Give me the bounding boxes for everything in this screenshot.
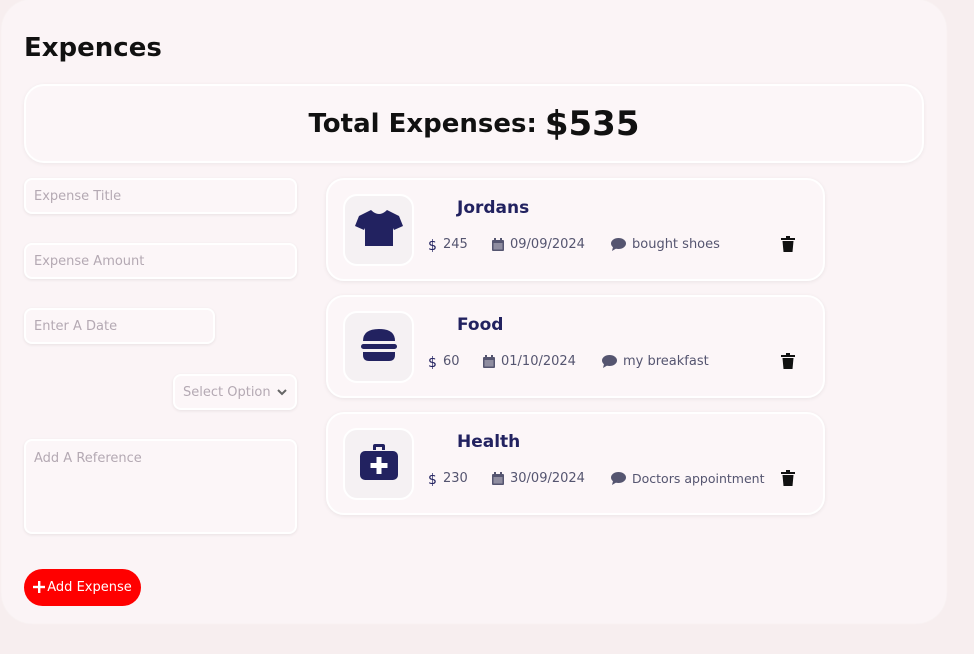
expense-date: 09/09/2024 [492,237,585,252]
trash-icon[interactable] [781,353,795,369]
svg-text:$: $ [428,238,437,252]
plus-icon [33,579,46,597]
dollar-icon: $ [428,238,437,252]
chevron-down-icon [277,386,287,399]
date-input[interactable] [24,308,215,344]
add-expense-button[interactable]: Add Expense [24,569,141,606]
expense-title: Jordans [457,198,530,218]
expense-note: my breakfast [602,354,709,369]
comment-icon [602,355,617,368]
expense-date: 30/09/2024 [492,471,585,486]
date-value: 01/10/2024 [501,354,576,369]
reference-textarea[interactable] [24,439,297,534]
expense-note: bought shoes [611,237,720,252]
calendar-icon [483,355,495,368]
dollar-icon: $ [428,472,437,486]
svg-text:$: $ [428,472,437,486]
expense-title-input[interactable] [24,178,297,214]
note-value: my breakfast [623,354,709,369]
calendar-icon [492,472,504,485]
expense-icon-box [343,311,414,383]
expense-title: Food [457,315,504,335]
expense-amount: $ 245 [428,237,468,252]
add-expense-label: Add Expense [47,580,132,595]
calendar-icon [492,238,504,251]
category-select[interactable]: Select Option [173,374,297,410]
expense-date: 01/10/2024 [483,354,576,369]
date-value: 30/09/2024 [510,471,585,486]
amount-value: 60 [443,354,460,369]
trash-icon[interactable] [781,470,795,486]
trash-icon[interactable] [781,236,795,252]
amount-value: 230 [443,471,468,486]
svg-text:$: $ [428,355,437,369]
date-value: 09/09/2024 [510,237,585,252]
total-value: $535 [544,103,640,144]
expense-item: Food $ 60 01/10/2024 my breakfast [326,295,825,398]
shirt-icon [354,208,403,252]
medical-kit-icon [359,444,398,484]
total-expenses-card: Total Expenses: $535 [24,84,924,163]
page-title: Expences [24,33,162,63]
comment-icon [611,238,626,251]
expense-title: Health [457,432,521,452]
expense-amount: $ 60 [428,354,460,369]
expense-icon-box [343,194,414,266]
note-value: bought shoes [632,237,720,252]
expense-amount: $ 230 [428,471,468,486]
expense-item: Jordans $ 245 09/09/2024 bought shoes [326,178,825,281]
category-select-value: Select Option [183,384,271,400]
expense-icon-box [343,428,414,500]
expense-note: Doctors appointment [611,471,764,486]
burger-icon [360,327,397,367]
dollar-icon: $ [428,355,437,369]
amount-value: 245 [443,237,468,252]
total-label: Total Expenses: [308,108,537,139]
expense-amount-input[interactable] [24,243,297,279]
comment-icon [611,472,626,485]
note-value: Doctors appointment [632,471,765,486]
expense-item: Health $ 230 30/09/2024 Doctors appointm… [326,412,825,515]
